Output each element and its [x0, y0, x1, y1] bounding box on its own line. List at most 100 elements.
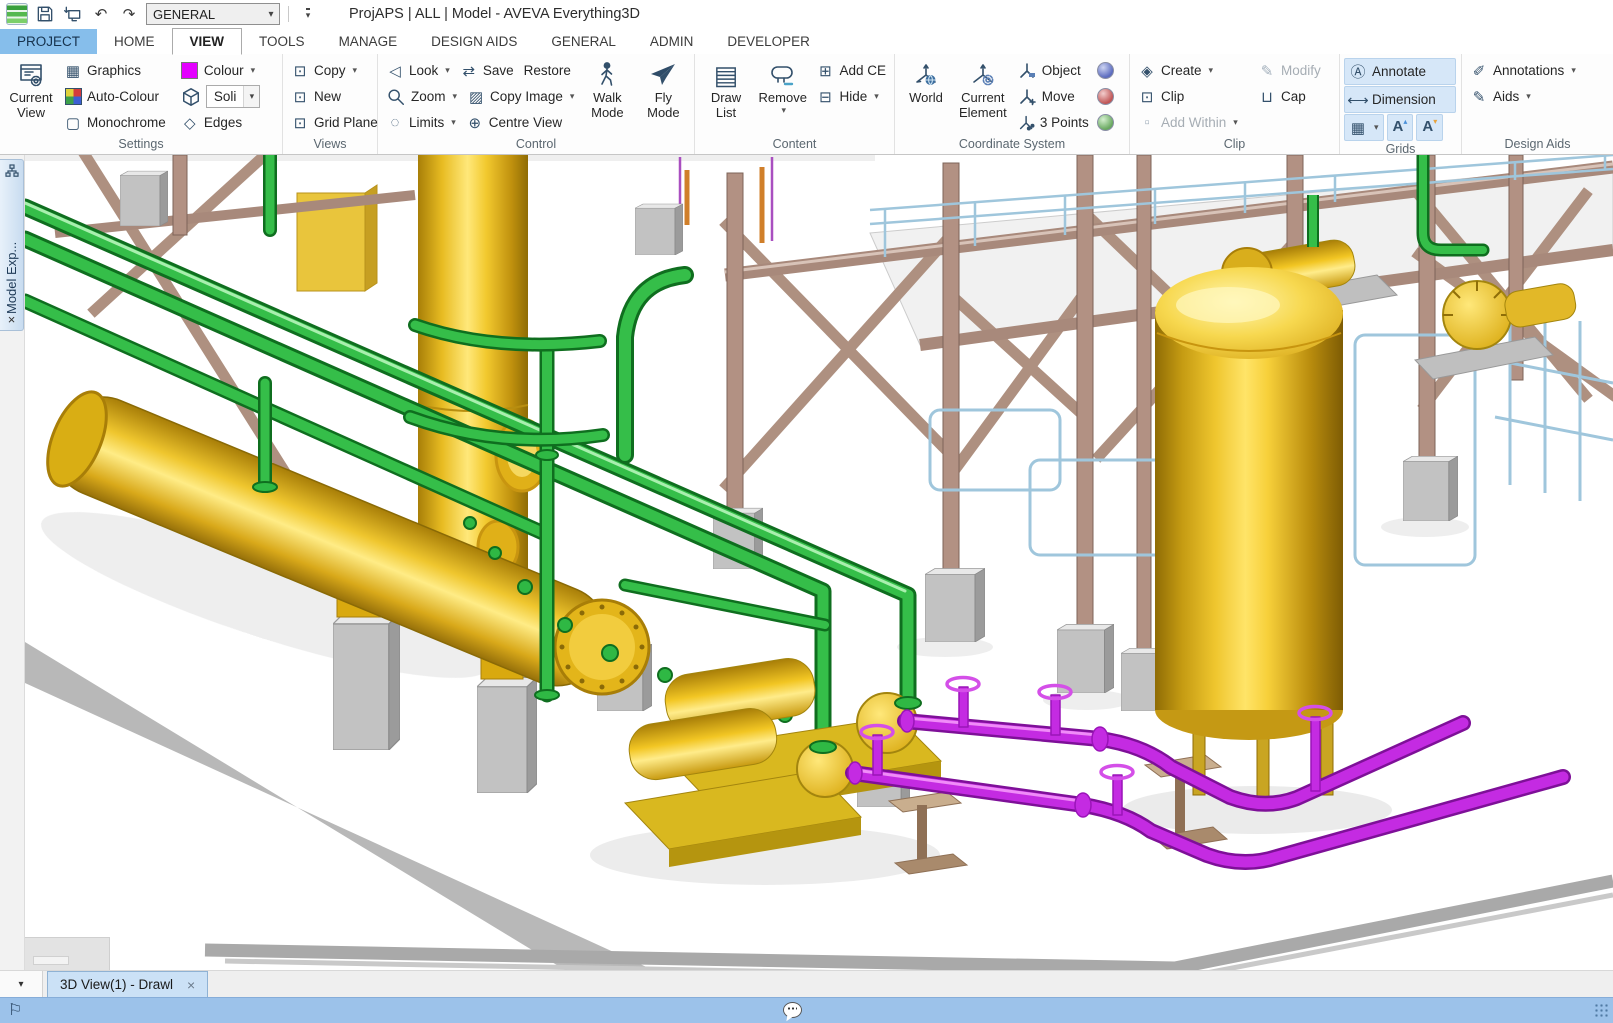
- add-within-label: Add Within: [1161, 115, 1226, 130]
- view-tab-close-icon[interactable]: ×: [187, 977, 195, 993]
- draw-list-label: Draw List: [711, 90, 741, 120]
- auto-colour-button[interactable]: Auto-Colour: [60, 84, 175, 109]
- orbit-red-button[interactable]: [1093, 84, 1118, 109]
- save-view-icon: ⇄: [460, 62, 478, 80]
- grid-plane-button[interactable]: ⊡Grid Plane: [287, 110, 382, 135]
- add-ce-button[interactable]: ⊞Add CE: [812, 58, 890, 83]
- tab-general[interactable]: GENERAL: [534, 29, 633, 54]
- walk-mode-button[interactable]: Walk Mode: [580, 57, 634, 136]
- render-style-row[interactable]: Soli ▾: [177, 84, 278, 109]
- undo-button[interactable]: ↶: [90, 3, 112, 25]
- clip-cap-button[interactable]: ⊔Cap: [1254, 84, 1332, 109]
- dimension-button[interactable]: ⟷Dimension: [1344, 86, 1456, 113]
- 3d-model-view[interactable]: [25, 155, 1613, 970]
- ribbon-group-design-aids: ✐Annotations▾ ✎Aids▾ Design Aids: [1462, 54, 1613, 154]
- grid-font-increase-button[interactable]: A▴: [1387, 114, 1414, 141]
- current-element-button[interactable]: Current Element: [955, 57, 1011, 136]
- move-cs-button[interactable]: Move: [1013, 84, 1093, 109]
- grid-display-icon: ▦: [1349, 119, 1367, 137]
- grid-display-button[interactable]: ▦▾: [1344, 114, 1384, 141]
- annotations-button[interactable]: ✐Annotations▾: [1466, 58, 1580, 83]
- draw-list-button[interactable]: ▤ Draw List: [699, 57, 753, 136]
- zoom-dropdown-icon: ▾: [453, 91, 458, 102]
- view-tab-3d-view-1[interactable]: 3D View(1) - Drawl ×: [47, 971, 208, 997]
- resize-grip[interactable]: [1594, 1003, 1610, 1019]
- zoom-button[interactable]: Zoom▾: [382, 84, 461, 109]
- view-tab-label: 3D View(1) - Drawl: [60, 977, 173, 992]
- remove-button[interactable]: Remove ▾: [755, 57, 810, 136]
- clip-create-label: Create: [1161, 63, 1202, 78]
- fly-mode-label: Fly Mode: [647, 90, 680, 120]
- customize-qat-button[interactable]: ▾: [297, 3, 319, 25]
- tab-project[interactable]: PROJECT: [0, 29, 97, 54]
- font-decrease-arrow-icon: ▾: [1433, 117, 1437, 127]
- edges-button[interactable]: ◇Edges: [177, 110, 278, 135]
- world-button[interactable]: World: [899, 57, 953, 136]
- status-bar: ⚐: [0, 997, 1613, 1023]
- add-within-icon: ▫: [1138, 114, 1156, 132]
- annotate-button[interactable]: ⒶAnnotate: [1344, 58, 1456, 85]
- copy-image-button[interactable]: ▨Copy Image▾: [463, 84, 578, 109]
- render-style-icon: [181, 87, 201, 107]
- aids-button[interactable]: ✎Aids▾: [1466, 84, 1580, 109]
- object-cs-button[interactable]: Object: [1013, 58, 1093, 83]
- tab-design-aids[interactable]: DESIGN AIDS: [414, 29, 534, 54]
- model-explorer-close-icon[interactable]: ×: [8, 314, 16, 326]
- tab-admin[interactable]: ADMIN: [633, 29, 711, 54]
- general-combobox[interactable]: GENERAL ▾: [146, 3, 280, 25]
- dock-scroll-corner[interactable]: [25, 937, 110, 970]
- view-tab-list-button[interactable]: ▾: [0, 971, 43, 997]
- look-button[interactable]: ◁Look▾: [382, 58, 454, 83]
- app-logo-icon[interactable]: [6, 3, 28, 25]
- annotations-dropdown-icon: ▾: [1571, 65, 1576, 76]
- aids-dropdown-icon: ▾: [1526, 91, 1531, 102]
- clip-modify-button[interactable]: ✎Modify: [1254, 58, 1332, 83]
- font-increase-icon: A: [1393, 115, 1404, 138]
- save-icon: [35, 4, 55, 24]
- redo-button[interactable]: ↷: [118, 3, 140, 25]
- world-label: World: [909, 90, 943, 105]
- save-button[interactable]: [34, 3, 56, 25]
- monochrome-button[interactable]: ▢Monochrome: [60, 110, 175, 135]
- restore-view-button[interactable]: Restore: [520, 58, 575, 83]
- font-decrease-icon: A: [1422, 115, 1433, 138]
- tab-manage[interactable]: MANAGE: [322, 29, 415, 54]
- current-view-button[interactable]: Current View: [4, 57, 58, 136]
- look-dropdown-icon: ▾: [445, 65, 450, 76]
- group-label-content: Content: [695, 136, 894, 154]
- clip-create-button[interactable]: ◈Create▾: [1134, 58, 1252, 83]
- graphics-button[interactable]: ▦Graphics: [60, 58, 175, 83]
- redo-icon: ↷: [123, 5, 136, 23]
- centre-view-button[interactable]: ⊕Centre View: [462, 110, 566, 135]
- limits-button[interactable]: ◌Limits▾: [382, 110, 460, 135]
- view-tab-bar: ▾ 3D View(1) - Drawl ×: [0, 970, 1613, 997]
- grid-font-decrease-button[interactable]: A▾: [1416, 114, 1443, 141]
- render-style-combobox[interactable]: Soli ▾: [206, 85, 261, 108]
- save-view-button[interactable]: ⇄Save: [456, 58, 518, 83]
- colour-button[interactable]: Colour▾: [177, 58, 278, 83]
- export-display-button[interactable]: [62, 3, 84, 25]
- clip-create-icon: ◈: [1138, 62, 1156, 80]
- model-explorer-tab[interactable]: Model Exp... ×: [0, 159, 24, 331]
- limits-label: Limits: [409, 115, 444, 130]
- scroll-thumb[interactable]: [33, 956, 69, 965]
- draw-list-icon: ▤: [714, 60, 739, 91]
- add-within-button[interactable]: ▫Add Within▾: [1134, 110, 1252, 135]
- tab-tools[interactable]: TOOLS: [242, 29, 322, 54]
- tab-view[interactable]: VIEW: [172, 28, 243, 55]
- tab-developer[interactable]: DEVELOPER: [710, 29, 827, 54]
- tab-home[interactable]: HOME: [97, 29, 172, 54]
- fly-mode-button[interactable]: Fly Mode: [636, 57, 690, 136]
- status-flag-icon[interactable]: ⚐: [8, 1000, 22, 1020]
- edges-label: Edges: [204, 115, 242, 130]
- current-view-label: Current View: [9, 90, 52, 120]
- new-view-button[interactable]: ⊡New: [287, 84, 382, 109]
- clip-button[interactable]: ⊡Clip: [1134, 84, 1252, 109]
- status-message-bubble-icon[interactable]: [783, 1002, 802, 1018]
- three-points-cs-button[interactable]: 3 Points: [1013, 110, 1093, 135]
- orbit-blue-button[interactable]: [1093, 58, 1118, 83]
- orbit-green-button[interactable]: [1093, 110, 1118, 135]
- clip-label: Clip: [1161, 89, 1184, 104]
- hide-button[interactable]: ⊟Hide▾: [812, 84, 890, 109]
- copy-view-button[interactable]: ⊡Copy▾: [287, 58, 382, 83]
